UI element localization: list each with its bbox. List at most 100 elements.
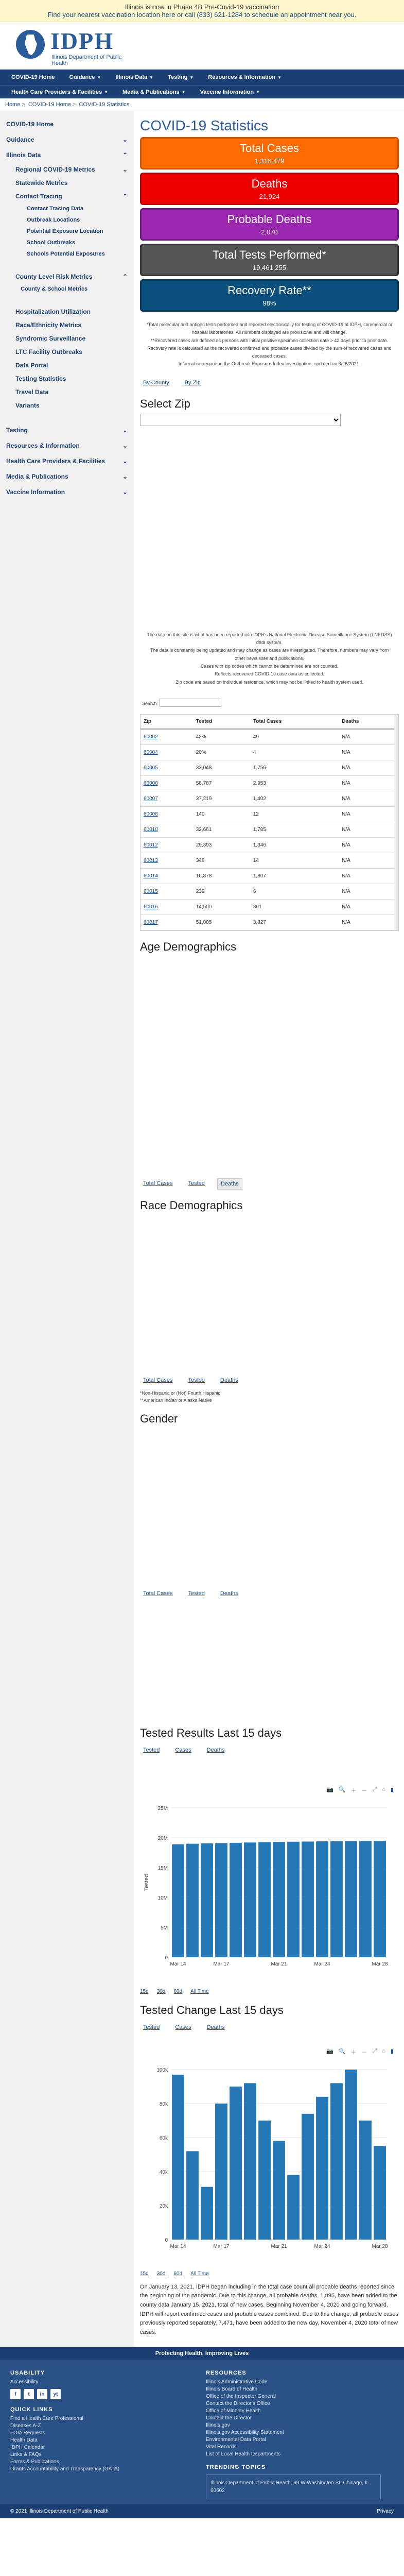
range-15d[interactable]: 15d <box>140 2271 149 2277</box>
bar[interactable] <box>287 1841 300 1957</box>
zip-cell[interactable]: 60002 <box>140 728 193 745</box>
tc-tab-deaths[interactable]: Deaths <box>204 2022 228 2032</box>
race-tab-deaths[interactable]: Deaths <box>217 1375 241 1385</box>
zip-link[interactable]: 60014 <box>144 873 158 879</box>
zip-cell[interactable]: 60012 <box>140 837 193 853</box>
range-30d[interactable]: 30d <box>157 1989 166 1994</box>
bar[interactable] <box>172 1844 184 1957</box>
tc-tab-tested[interactable]: Tested <box>140 2022 163 2032</box>
zip-link[interactable]: 60012 <box>144 842 158 848</box>
zip-cell[interactable]: 60004 <box>140 744 193 760</box>
range-60d[interactable]: 60d <box>173 2271 182 2277</box>
quick-link[interactable]: FOIA Requests <box>10 2430 185 2436</box>
accessibility-link[interactable]: Accessibility <box>10 2379 185 2385</box>
plus-icon[interactable]: ＋ <box>350 2048 356 2056</box>
zip-cell[interactable]: 60008 <box>140 806 193 822</box>
nav-covid-home[interactable]: COVID-19 Home <box>4 74 62 80</box>
quick-link[interactable]: Forms & Publications <box>10 2459 185 2465</box>
resource-link[interactable]: Contact the Director's Office <box>206 2401 381 2406</box>
sidebar-item-data-portal[interactable]: Data Portal <box>0 359 134 372</box>
tr-tab-deaths[interactable]: Deaths <box>204 1745 228 1755</box>
autoscale-icon[interactable]: ⤢ <box>372 1786 377 1794</box>
bar[interactable] <box>230 1842 242 1957</box>
bar-chart-icon[interactable]: ▮ <box>391 1786 394 1794</box>
bar[interactable] <box>244 2083 256 2240</box>
col-tested[interactable]: Tested <box>192 714 250 730</box>
camera-icon[interactable]: 📷 <box>326 2048 333 2056</box>
zip-link[interactable]: 60013 <box>144 858 158 863</box>
tr-tab-tested[interactable]: Tested <box>140 1745 163 1755</box>
sidebar-item-school-outbreaks[interactable]: School Outbreaks <box>0 237 134 248</box>
range-30d[interactable]: 30d <box>157 2271 166 2277</box>
zip-link[interactable]: 60007 <box>144 796 158 802</box>
idph-logo[interactable]: IDPH Illinois Department of Public Healt… <box>14 26 138 66</box>
zip-map-area[interactable] <box>140 436 399 622</box>
nav-guidance[interactable]: Guidance ▼ <box>62 74 108 80</box>
bar[interactable] <box>302 1841 314 1957</box>
linkedin-icon[interactable]: in <box>37 2389 47 2400</box>
bar[interactable] <box>359 1841 372 1957</box>
zip-link[interactable]: 60002 <box>144 734 158 740</box>
bar[interactable] <box>345 1841 357 1957</box>
quick-link[interactable]: IDPH Calendar <box>10 2445 185 2450</box>
quick-link[interactable]: Grants Accountability and Transparency (… <box>10 2466 185 2472</box>
sidebar-item-regional-metrics[interactable]: Regional COVID-19 Metrics ⌄ <box>0 163 134 176</box>
breadcrumb-home[interactable]: Home <box>5 101 20 108</box>
bar[interactable] <box>302 2113 314 2240</box>
resource-link[interactable]: Vital Records <box>206 2444 381 2450</box>
search-input[interactable] <box>159 698 221 707</box>
resource-link[interactable]: Environmental Data Portal <box>206 2437 381 2443</box>
sidebar-item-illinois-data[interactable]: Illinois Data ⌃ <box>0 147 134 163</box>
sidebar-item-county-school[interactable]: County & School Metrics <box>0 283 134 295</box>
bar[interactable] <box>330 2083 343 2240</box>
bar[interactable] <box>287 2175 300 2240</box>
zip-link[interactable]: 60008 <box>144 811 158 817</box>
zip-cell[interactable]: 60005 <box>140 760 193 776</box>
twitter-icon[interactable]: t <box>24 2389 34 2400</box>
bar-chart-icon[interactable]: ▮ <box>391 2048 394 2056</box>
youtube-icon[interactable]: yt <box>50 2389 61 2400</box>
breadcrumb-covid-home[interactable]: COVID-19 Home <box>28 101 71 108</box>
zip-cell[interactable]: 60007 <box>140 791 193 807</box>
quick-link[interactable]: Links & FAQs <box>10 2452 185 2458</box>
zip-link[interactable]: 60010 <box>144 827 158 833</box>
zip-cell[interactable]: 60010 <box>140 822 193 838</box>
sidebar-item-vaccine[interactable]: Vaccine Information ⌄ <box>0 484 134 500</box>
range-15d[interactable]: 15d <box>140 1989 149 1994</box>
race-tab-tested[interactable]: Tested <box>185 1375 207 1385</box>
nav-media-publications[interactable]: Media & Publications ▼ <box>115 89 193 95</box>
camera-icon[interactable]: 📷 <box>326 1786 333 1794</box>
resource-link[interactable]: Office of the Inspector General <box>206 2394 381 2399</box>
sidebar-item-potential-exposure[interactable]: Potential Exposure Location <box>0 226 134 237</box>
zip-select[interactable] <box>140 413 341 426</box>
sidebar-item-hospitalization[interactable]: Hospitalization Utilization <box>0 305 134 318</box>
zip-link[interactable]: 60016 <box>144 904 158 910</box>
quick-link[interactable]: Find a Health Care Professional <box>10 2416 185 2421</box>
bar[interactable] <box>172 2074 184 2240</box>
nav-health-care-providers[interactable]: Health Care Providers & Facilities ▼ <box>4 89 115 95</box>
nav-illinois-data[interactable]: Illinois Data ▼ <box>108 74 161 80</box>
zip-cell[interactable]: 60006 <box>140 775 193 791</box>
bar[interactable] <box>258 1842 271 1957</box>
quick-link[interactable]: Diseases A-Z <box>10 2423 185 2429</box>
bar[interactable] <box>316 2096 328 2240</box>
alert-line-2[interactable]: Find your nearest vaccination location h… <box>2 11 402 19</box>
range-all-time[interactable]: All Time <box>190 2271 209 2277</box>
bar[interactable] <box>201 1843 213 1957</box>
gender-tab-total-cases[interactable]: Total Cases <box>140 1588 175 1599</box>
minus-icon[interactable]: － <box>361 2048 367 2056</box>
bar[interactable] <box>374 2146 386 2240</box>
col-total-cases[interactable]: Total Cases <box>250 714 339 730</box>
range-all-time[interactable]: All Time <box>190 1989 209 1994</box>
sidebar-item-media[interactable]: Media & Publications ⌄ <box>0 469 134 484</box>
tab-by-zip[interactable]: By Zip <box>182 378 204 388</box>
bar[interactable] <box>316 1841 328 1957</box>
range-60d[interactable]: 60d <box>173 1989 182 1994</box>
resource-link[interactable]: Illinois Board of Health <box>206 2386 381 2392</box>
nav-vaccine-information[interactable]: Vaccine Information ▼ <box>193 89 267 95</box>
race-tab-total-cases[interactable]: Total Cases <box>140 1375 175 1385</box>
facebook-icon[interactable]: f <box>10 2389 21 2400</box>
nav-resources[interactable]: Resources & Information ▼ <box>201 74 289 80</box>
bar[interactable] <box>273 1841 285 1957</box>
zip-link[interactable]: 60006 <box>144 781 158 786</box>
